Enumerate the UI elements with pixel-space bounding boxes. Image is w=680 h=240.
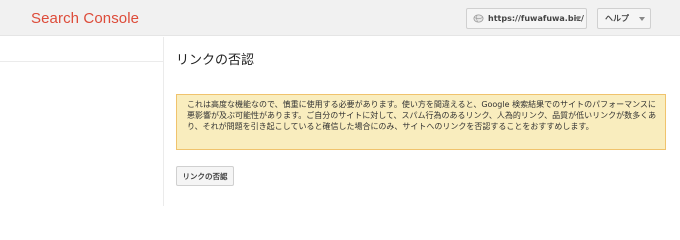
site-selector[interactable]: https://fuwafuwa.biz/ (466, 8, 587, 29)
warning-box: これは高度な機能なので、慎重に使用する必要があります。使い方を間違えると、Goo… (176, 94, 666, 150)
page-title: リンクの否認 (176, 53, 255, 68)
site-url-label: https://fuwafuwa.biz/ (488, 14, 584, 23)
chevron-down-icon (639, 17, 645, 21)
sidebar-divider (0, 61, 163, 62)
help-label: ヘルプ (605, 14, 629, 23)
globe-icon (473, 14, 484, 23)
disavow-button-label: リンクの否認 (182, 171, 228, 181)
top-bar: Search Console https://fuwafuwa.biz/ ヘルプ (0, 0, 680, 36)
help-button[interactable]: ヘルプ (597, 8, 651, 29)
disavow-links-button[interactable]: リンクの否認 (176, 166, 234, 186)
warning-text: これは高度な機能なので、慎重に使用する必要があります。使い方を間違えると、Goo… (187, 100, 657, 132)
search-console-logo[interactable]: Search Console (31, 10, 139, 27)
chevron-down-icon (575, 17, 581, 21)
sidebar (0, 37, 164, 206)
